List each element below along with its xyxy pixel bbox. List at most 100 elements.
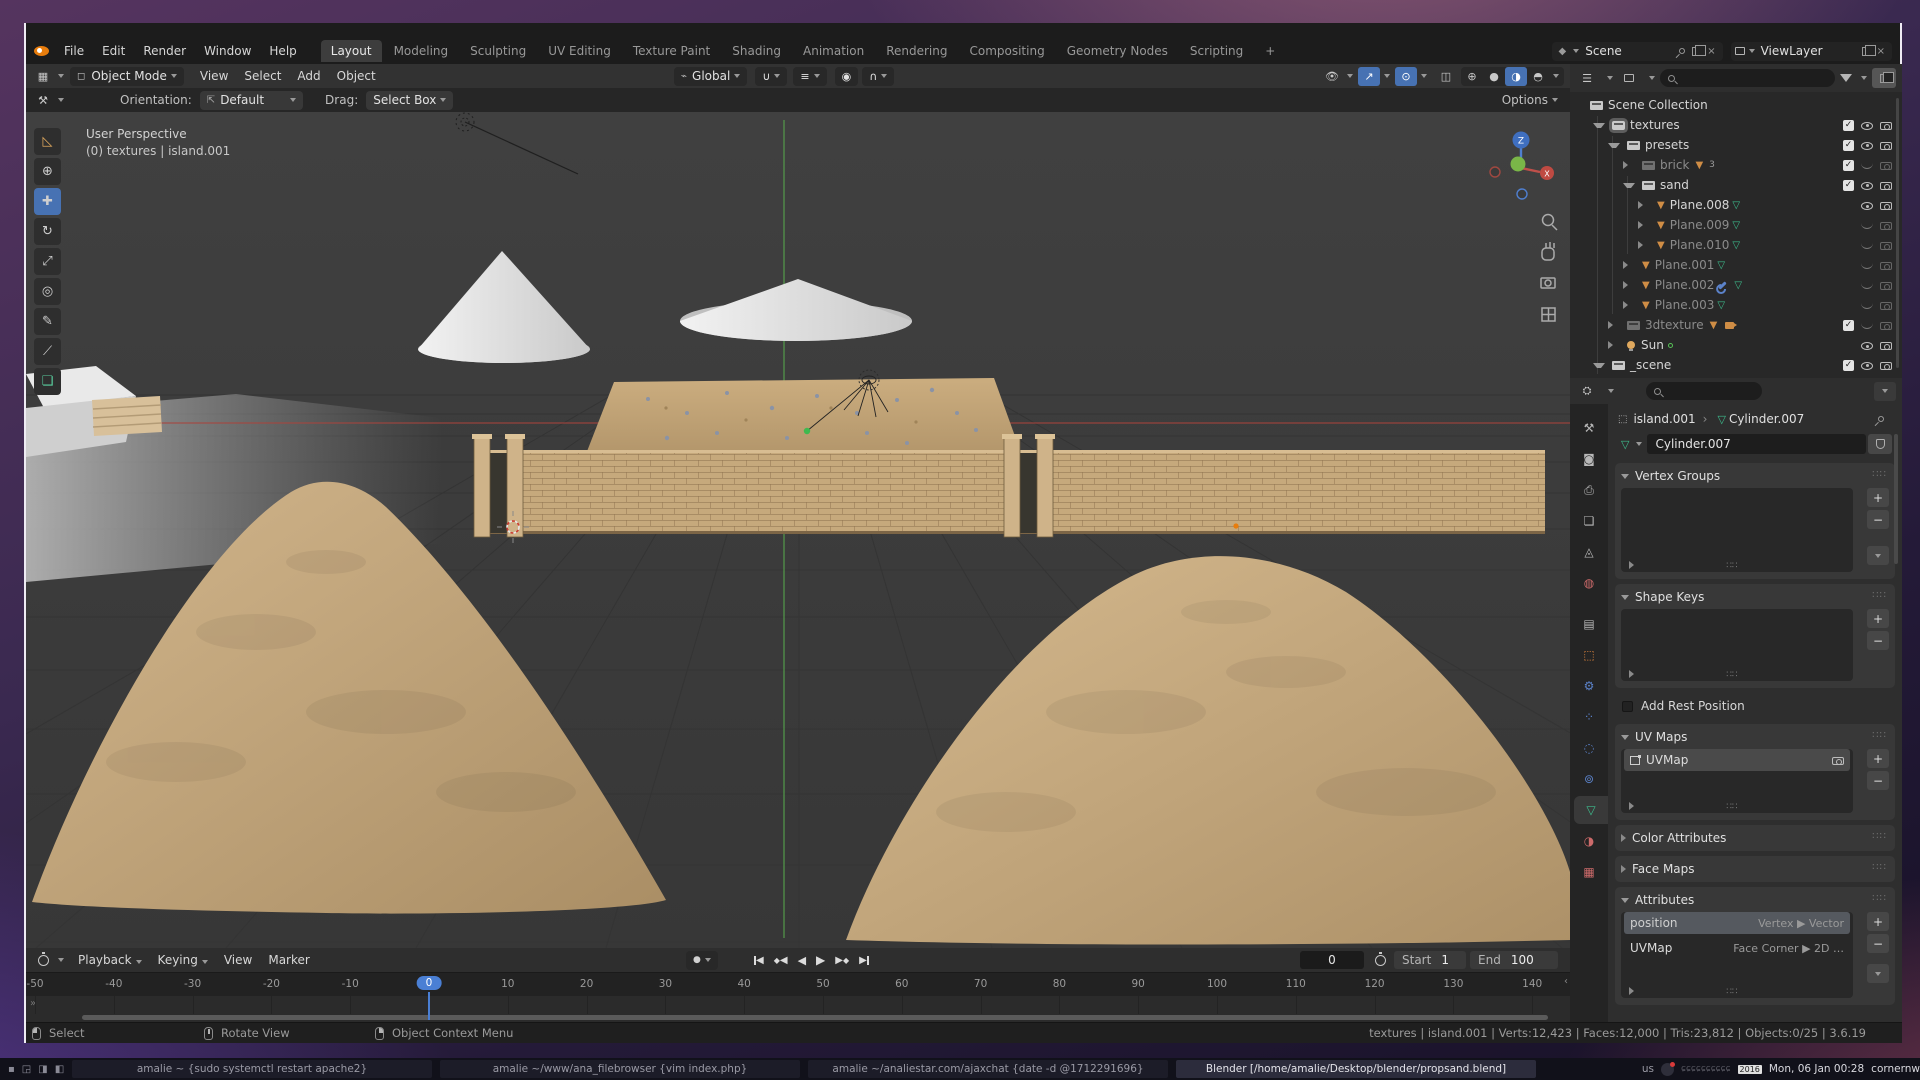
tray-app-icon[interactable] <box>1661 1063 1674 1076</box>
properties-tab-world[interactable]: ◍ <box>1570 569 1608 597</box>
outliner-row--scene[interactable]: _scene✓ <box>1570 355 1902 375</box>
jump-to-start-button[interactable]: ◀ <box>750 955 768 966</box>
uv-maps-header[interactable]: UV Maps <box>1621 728 1889 746</box>
timeline-editor-icon[interactable] <box>32 951 54 970</box>
drag-dropdown[interactable]: Select Box <box>366 91 453 110</box>
tool-cursor[interactable]: ⊕ <box>34 158 61 185</box>
menu-edit[interactable]: Edit <box>93 38 134 64</box>
workspace-tab-layout[interactable]: Layout <box>321 40 382 62</box>
expand-arrow-closed[interactable] <box>1623 161 1635 169</box>
frame-end-field[interactable]: End100 <box>1470 951 1558 969</box>
outliner-row-plane-003[interactable]: ▼Plane.003▽ <box>1570 295 1902 315</box>
vgroup-add-button[interactable]: + <box>1867 488 1889 507</box>
eye-icon[interactable] <box>1861 182 1873 190</box>
shapekey-remove-button[interactable]: − <box>1867 631 1889 650</box>
camera-icon[interactable] <box>1880 142 1892 150</box>
camera-disabled-icon[interactable] <box>1880 262 1892 270</box>
viewlayer-selector[interactable]: ViewLayer × <box>1731 42 1892 61</box>
tool-scale[interactable]: ⤢ <box>34 248 61 275</box>
expand-arrow-closed[interactable] <box>1638 221 1650 229</box>
outliner-search-input[interactable] <box>1660 69 1835 87</box>
list-expand-icon[interactable] <box>1629 561 1634 569</box>
clock[interactable]: Mon, 06 Jan 00:28 <box>1769 1063 1864 1075</box>
keyboard-layout[interactable]: us <box>1642 1063 1654 1075</box>
expand-arrow-closed[interactable] <box>1608 321 1620 329</box>
properties-tab-material[interactable]: ◑ <box>1570 827 1608 855</box>
properties-search-input[interactable] <box>1646 382 1762 400</box>
scene-name[interactable]: Scene <box>1579 44 1675 58</box>
outliner-row-presets[interactable]: presets✓ <box>1570 135 1902 155</box>
new-viewlayer-icon[interactable] <box>1862 47 1871 56</box>
workspace-tab-uv-editing[interactable]: UV Editing <box>538 40 621 62</box>
uv-map-item[interactable]: UVMap <box>1624 749 1850 771</box>
camera-disabled-icon[interactable] <box>1880 282 1892 290</box>
properties-tab-tool[interactable]: ⚒ <box>1570 414 1608 442</box>
timeline-collapse-arrow[interactable]: ‹ <box>1564 976 1568 987</box>
overlays-toggle[interactable]: ⊙ <box>1395 67 1417 86</box>
scene-browse-icon[interactable]: ◆ <box>1556 46 1570 57</box>
outliner-row-sun[interactable]: Sun <box>1570 335 1902 355</box>
expand-arrow-closed[interactable] <box>1608 341 1620 349</box>
taskbar-window-1[interactable]: amalie ~/www/ana_filebrowser {vim index.… <box>440 1060 800 1078</box>
taskbar-window-3[interactable]: Blender [/home/amalie/Desktop/blender/pr… <box>1176 1060 1536 1078</box>
timeline-scrollbar[interactable] <box>82 1015 1548 1020</box>
tool-icon[interactable]: ⚒ <box>32 91 54 110</box>
outliner-row-textures[interactable]: textures✓ <box>1570 115 1902 135</box>
outliner-row-3dtexture[interactable]: 3dtexture▼✓ <box>1570 315 1902 335</box>
vgroup-remove-button[interactable]: − <box>1867 510 1889 529</box>
remove-viewlayer-icon[interactable]: × <box>1874 46 1888 57</box>
pin-id-icon[interactable] <box>1877 415 1885 423</box>
camera-icon[interactable] <box>1880 342 1892 350</box>
timeline-menu-marker[interactable]: Marker <box>260 953 317 967</box>
eye-icon[interactable] <box>1861 122 1873 130</box>
timeline-menu-view[interactable]: View <box>216 953 260 967</box>
taskbar-window-2[interactable]: amalie ~/analiestar.com/ajaxchat {date -… <box>808 1060 1168 1078</box>
scene-selector[interactable]: ◆ Scene × <box>1552 42 1723 61</box>
workspace-tab-scripting[interactable]: Scripting <box>1180 40 1253 62</box>
xray-toggle[interactable]: ◫ <box>1435 67 1457 86</box>
show-hide-dropdown[interactable]: 👁 <box>1321 67 1343 86</box>
shapekey-add-button[interactable]: + <box>1867 609 1889 628</box>
expand-arrow-closed[interactable] <box>1638 241 1650 249</box>
tool-add-cube[interactable]: ❏ <box>34 368 61 395</box>
options-dropdown[interactable]: Options <box>1502 93 1558 107</box>
gizmos-toggle[interactable]: ↗ <box>1358 67 1380 86</box>
workspace-tab-texture-paint[interactable]: Texture Paint <box>623 40 720 62</box>
expand-arrow-open[interactable] <box>1623 183 1635 188</box>
eye-closed-icon[interactable] <box>1861 243 1873 249</box>
uvmap-remove-button[interactable]: − <box>1867 771 1889 790</box>
camera-icon[interactable] <box>1880 362 1892 370</box>
auto-keying-toggle[interactable]: ● <box>686 951 718 970</box>
tool-transform[interactable]: ◎ <box>34 278 61 305</box>
outliner-scrollbar[interactable] <box>1896 98 1899 368</box>
breadcrumb-data[interactable]: Cylinder.007 <box>1729 412 1804 426</box>
tool-annotate[interactable]: ✎ <box>34 308 61 335</box>
expand-arrow-closed[interactable] <box>1638 201 1650 209</box>
eye-closed-icon[interactable] <box>1861 163 1873 169</box>
attribute-remove-button[interactable]: − <box>1867 934 1889 953</box>
next-keyframe-button[interactable]: ▶◆ <box>831 955 853 966</box>
viewport-menu-add[interactable]: Add <box>289 69 328 83</box>
datablock-name-field[interactable]: Cylinder.007 <box>1647 434 1866 454</box>
properties-scrollbar[interactable] <box>1894 434 1898 564</box>
viewport-3d[interactable]: Z X User Perspective (0) textures | isla… <box>26 112 1570 948</box>
tool-rotate[interactable]: ↻ <box>34 218 61 245</box>
viewport-menu-view[interactable]: View <box>192 69 236 83</box>
properties-tab-object-data[interactable]: ▽ <box>1574 796 1608 824</box>
new-collection-button[interactable] <box>1872 68 1896 88</box>
taskbar-window-0[interactable]: amalie ~ {sudo systemctl restart apache2… <box>72 1060 432 1078</box>
new-scene-icon[interactable] <box>1692 47 1701 56</box>
outliner-row-plane-008[interactable]: ▼Plane.008▽ <box>1570 195 1902 215</box>
properties-tab-texture[interactable]: ▦ <box>1570 858 1608 886</box>
breadcrumb-object[interactable]: island.001 <box>1633 412 1695 426</box>
viewport-menu-object[interactable]: Object <box>329 69 384 83</box>
tool-measure[interactable]: ⟋ <box>34 338 61 365</box>
eye-icon[interactable] <box>1861 362 1873 370</box>
camera-icon[interactable] <box>1880 182 1892 190</box>
snap-target-dropdown[interactable]: ≡ <box>793 67 826 86</box>
exclude-checkbox[interactable]: ✓ <box>1843 180 1854 191</box>
outliner-display-mode-icon[interactable] <box>1618 69 1640 88</box>
sand-platform[interactable] <box>586 378 1020 454</box>
properties-tab-render[interactable]: ◙ <box>1570 445 1608 473</box>
use-preview-range-icon[interactable] <box>1375 955 1386 966</box>
